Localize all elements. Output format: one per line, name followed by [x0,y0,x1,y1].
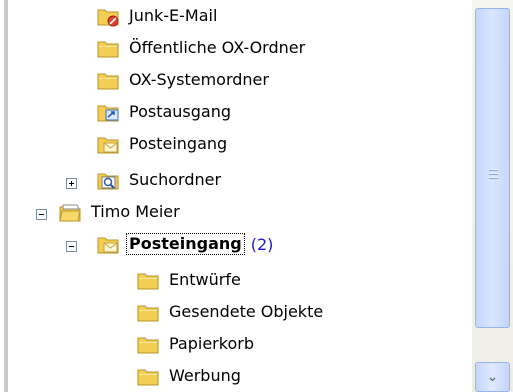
tree-item-advertising[interactable]: Werbung [136,364,244,388]
tree-item-trash[interactable]: Papierkorb [136,332,257,356]
folder-icon [136,365,160,387]
folder-icon [136,301,160,323]
tree-item-drafts[interactable]: Entwürfe [136,268,244,292]
tree-item-search-folder[interactable]: Suchordner [96,168,224,192]
tree-item-label: Entwürfe [169,270,241,289]
tree-item-label: OX-Systemordner [129,70,269,89]
tree-item-public-folders[interactable]: Öffentliche OX-Ordner [96,36,308,60]
mailbox-icon [58,201,82,223]
scroll-down-button[interactable]: ⌄ [475,362,510,392]
tree-item-label: Postausgang [129,102,232,121]
collapse-toggle[interactable] [66,241,77,252]
tree-item-mailbox-timo-meier[interactable]: Timo Meier [58,200,183,224]
expand-toggle[interactable] [66,178,77,189]
tree-item-label: Gesendete Objekte [169,302,324,321]
outbox-folder-icon [96,101,120,123]
tree-item-inbox-public[interactable]: Posteingang [96,132,230,156]
scrollbar-thumb[interactable] [475,8,510,328]
folder-tree: Junk-E-Mail Öffentliche OX-Ordner OX-Sys… [0,0,472,392]
junk-mail-folder-icon [96,5,120,27]
tree-item-label: Papierkorb [169,334,254,353]
tree-item-label: Junk-E-Mail [129,6,218,25]
pane-border [4,0,8,392]
tree-item-junk-mail[interactable]: Junk-E-Mail [96,4,220,28]
vertical-scrollbar[interactable]: ⌄ [472,0,513,392]
grip-icon [489,169,498,179]
tree-item-label: Timo Meier [91,202,180,221]
folder-icon [96,37,120,59]
tree-item-label: Werbung [169,366,241,385]
tree-item-sent-items[interactable]: Gesendete Objekte [136,300,326,324]
folder-icon [136,269,160,291]
tree-item-label: Suchordner [129,170,222,189]
unread-count: (2) [250,234,274,254]
folder-icon [136,333,160,355]
chevron-down-icon: ⌄ [486,369,499,385]
inbox-folder-icon [96,233,120,255]
tree-item-outbox[interactable]: Postausgang [96,100,234,124]
tree-item-label: Öffentliche OX-Ordner [129,38,306,57]
tree-item-label: Posteingang [129,134,228,153]
tree-item-system-folder[interactable]: OX-Systemordner [96,68,272,92]
tree-item-label: Posteingang [126,233,245,255]
folder-icon [96,69,120,91]
search-folder-icon [96,169,120,191]
collapse-toggle[interactable] [36,209,47,220]
tree-item-inbox-selected[interactable]: Posteingang (2) [96,232,273,256]
inbox-folder-icon [96,133,120,155]
